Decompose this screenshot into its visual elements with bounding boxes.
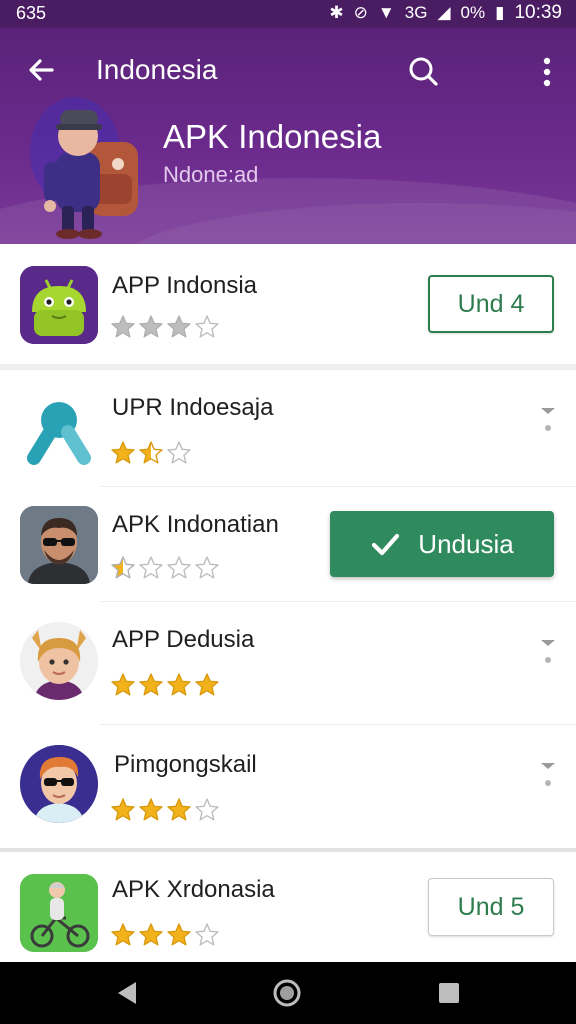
app-header: Indonesia APK Indonesia Ndone:ad — [0, 28, 576, 244]
list-item[interactable]: APK Indonatian Undusia — [0, 487, 576, 601]
network-type: 3G — [404, 3, 428, 22]
star-empty-icon — [167, 441, 191, 464]
wifi-icon: ▼ — [377, 3, 395, 22]
star-full-icon — [111, 673, 135, 696]
star-full-icon — [139, 923, 163, 946]
expand-icon[interactable] — [538, 636, 558, 676]
nav-home-icon[interactable] — [272, 978, 302, 1008]
nav-back-icon[interactable] — [112, 978, 142, 1008]
checkmark-icon — [372, 533, 400, 556]
list-item[interactable]: APP Dedusia — [0, 602, 576, 724]
star-full-icon — [111, 923, 135, 946]
list-item[interactable]: APK Xrdonasia Und 5 — [0, 852, 576, 962]
expand-icon[interactable] — [538, 759, 558, 799]
list-item[interactable]: APP Indonsia Und 4 — [0, 244, 576, 364]
mute-icon: ⊘ — [353, 3, 368, 22]
install-button-label: Undusia — [418, 528, 514, 559]
header-title: APK Indonesia — [163, 118, 382, 155]
search-icon[interactable] — [404, 52, 444, 92]
download-button[interactable]: Und 4 — [428, 275, 554, 333]
star-full-icon — [167, 923, 191, 946]
star-full-icon — [167, 798, 191, 821]
header-subtitle: Ndone:ad — [163, 162, 259, 187]
app-name: APP Dedusia — [112, 626, 255, 653]
star-empty-icon — [167, 556, 191, 579]
signal-icon: ◢ — [437, 3, 451, 22]
rating-stars — [110, 440, 192, 466]
star-empty-icon — [195, 798, 219, 821]
app-name: Pimgongskail — [114, 751, 257, 778]
star-full-icon — [111, 315, 135, 338]
star-empty-icon — [195, 923, 219, 946]
arrow-left-icon[interactable] — [22, 50, 62, 90]
system-nav-bar — [0, 962, 576, 1024]
list-item[interactable]: Pimgongskail — [0, 725, 576, 848]
nav-recents-icon[interactable] — [434, 978, 464, 1008]
star-full-icon — [139, 673, 163, 696]
app-name: APP Indonsia — [112, 272, 257, 299]
rating-stars — [110, 922, 220, 948]
status-left-text: 635 — [16, 3, 47, 23]
star-empty-icon — [195, 556, 219, 579]
star-half-icon — [111, 556, 135, 579]
star-full-icon — [167, 315, 191, 338]
app-name: UPR Indoesaja — [112, 394, 274, 421]
app-name: APK Indonatian — [112, 511, 279, 538]
install-button[interactable]: Undusia — [330, 511, 554, 577]
star-empty-icon — [139, 556, 163, 579]
bluetooth-icon: ✱ — [329, 3, 344, 22]
rating-stars — [110, 672, 220, 698]
android-robot-icon — [20, 266, 98, 344]
status-bar: 635 ✱ ⊘ ▼ 3G ◢ 0% ▮ 10:39 — [0, 0, 576, 28]
girl-avatar-icon — [20, 622, 98, 700]
star-full-icon — [139, 315, 163, 338]
star-half-icon — [139, 441, 163, 464]
boy-sunglasses-avatar-icon — [20, 745, 98, 823]
download-button[interactable]: Und 5 — [428, 878, 554, 936]
battery-icon: ▮ — [495, 3, 505, 22]
man-sunglasses-avatar-icon — [20, 506, 98, 584]
toolbar-title: Indonesia — [96, 54, 218, 85]
star-full-icon — [139, 798, 163, 821]
app-name: APK Xrdonasia — [112, 876, 275, 903]
rating-stars — [110, 314, 220, 340]
rating-stars — [110, 797, 220, 823]
list-item[interactable]: UPR Indoesaja — [0, 370, 576, 486]
old-man-bicycle-icon — [20, 874, 98, 952]
star-full-icon — [111, 441, 135, 464]
more-vert-icon[interactable] — [532, 52, 562, 92]
expand-icon[interactable] — [538, 404, 558, 444]
star-full-icon — [167, 673, 191, 696]
abstract-figure-icon — [20, 390, 98, 468]
star-full-icon — [195, 673, 219, 696]
rating-stars — [110, 555, 220, 581]
star-full-icon — [111, 798, 135, 821]
star-empty-icon — [195, 315, 219, 338]
mascot-backpacker-image — [30, 97, 138, 239]
battery-percent: 0% — [460, 3, 486, 22]
clock: 10:39 — [514, 2, 562, 23]
status-icons: ✱ ⊘ ▼ 3G ◢ 0% ▮ 10:39 — [329, 2, 562, 24]
